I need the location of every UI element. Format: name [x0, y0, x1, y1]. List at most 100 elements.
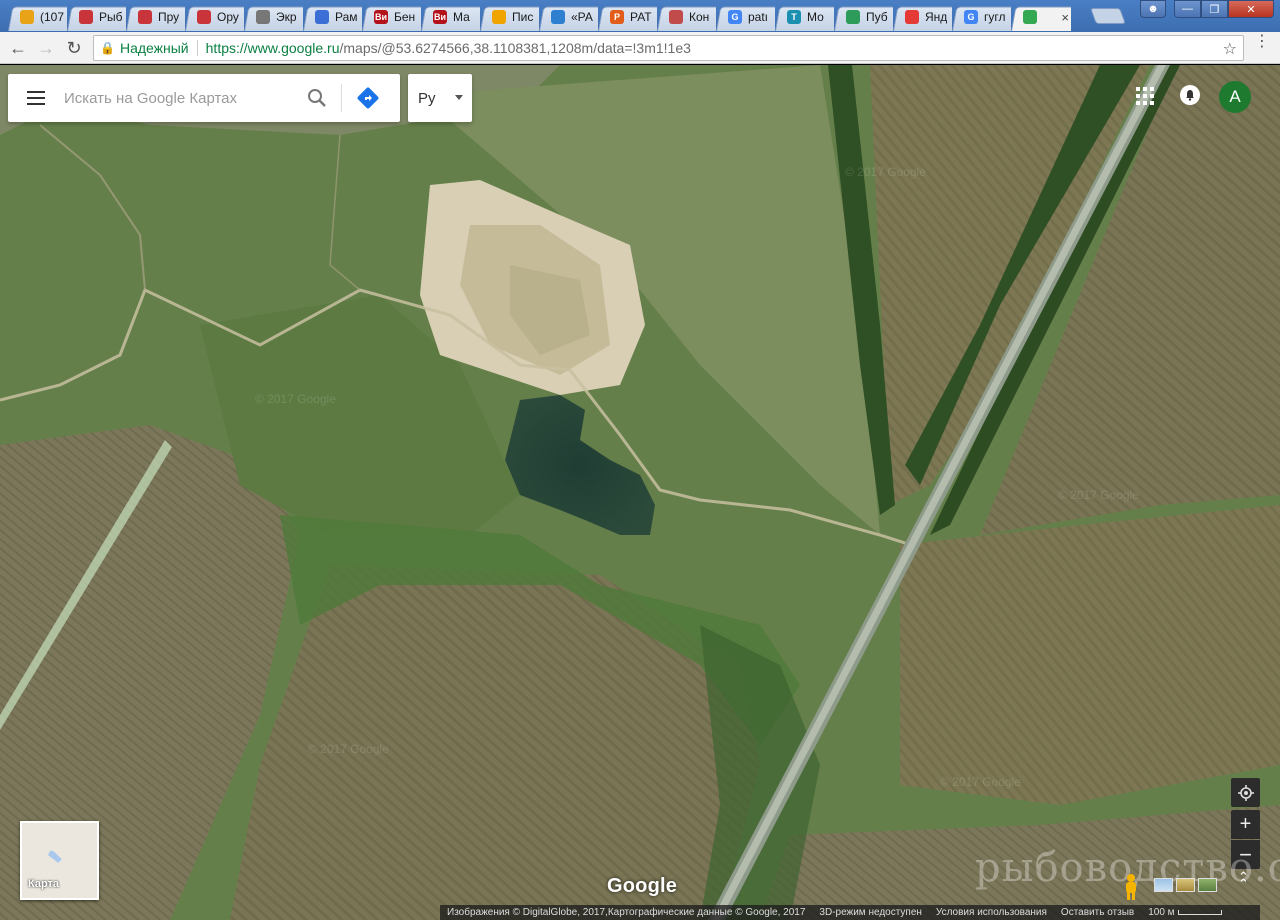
- app-icon: [197, 10, 211, 24]
- directions-icon[interactable]: [348, 78, 388, 118]
- search-icon[interactable]: [299, 78, 335, 118]
- imagery-watermark: © 2017 Google: [940, 775, 1021, 789]
- search-input[interactable]: [64, 83, 299, 113]
- tab-label: Бен: [394, 10, 416, 24]
- close-tab-icon[interactable]: ×: [1061, 10, 1069, 25]
- browser-tab[interactable]: Ви Ма: [421, 3, 480, 31]
- map-type-label: Карта: [28, 878, 60, 890]
- tab-label: Мо: [807, 10, 824, 24]
- browser-tab[interactable]: ×: [1011, 3, 1071, 31]
- window-controls: ☻ — ❐ ✕: [1140, 0, 1274, 18]
- back-button[interactable]: ←: [7, 37, 29, 59]
- scale-bar: [1177, 909, 1222, 915]
- layer-thumb-terrain[interactable]: [1176, 878, 1195, 892]
- minimize-button[interactable]: —: [1174, 0, 1201, 18]
- tab-label: Ма: [453, 10, 470, 24]
- app-icon: [138, 10, 152, 24]
- browser-tab[interactable]: Пуб: [834, 3, 893, 31]
- tool-icon: [256, 10, 270, 24]
- url-host: https://www.google.ru: [205, 40, 340, 56]
- maximize-button[interactable]: ❐: [1201, 0, 1228, 18]
- browser-tab[interactable]: T Мо: [775, 3, 834, 31]
- star-icon: [669, 10, 683, 24]
- language-label: Ру: [418, 89, 436, 107]
- scale-label[interactable]: 100 м: [1148, 907, 1222, 918]
- profile-icon[interactable]: ☻: [1140, 0, 1166, 18]
- 3d-unavailable-label: 3D-режим недоступен: [819, 907, 922, 918]
- tab-label: Рам: [335, 10, 358, 24]
- url-path: /maps/@53.6274566,38.1108381,1208m/data=…: [339, 40, 691, 56]
- imagery-watermark: © 2017 Google: [1058, 488, 1139, 502]
- browser-tab[interactable]: Кон: [657, 3, 716, 31]
- close-window-button[interactable]: ✕: [1228, 0, 1274, 18]
- forward-button[interactable]: →: [35, 37, 57, 59]
- tab-label: «РА: [571, 10, 593, 24]
- zoom-in-button[interactable]: +: [1231, 810, 1260, 839]
- secure-label: Надежный: [119, 40, 189, 56]
- imagery-layers: [1154, 878, 1217, 892]
- menu-hamburger-icon[interactable]: [8, 74, 64, 122]
- browser-menu-icon[interactable]: ⋮: [1254, 34, 1270, 50]
- tab-label: гугл: [984, 10, 1006, 24]
- layer-thumb-sky[interactable]: [1154, 878, 1173, 892]
- mail-icon: [492, 10, 506, 24]
- reload-button[interactable]: ↻: [63, 37, 85, 59]
- browser-toolbar: ← → ↻ 🔒 Надежный https://www.google.ru/m…: [0, 32, 1280, 64]
- tabs-container: (107 Рыб Пру Ору Экр Рам Ви Бен Ви Ма Пис «РА P РАТ Ко…: [8, 3, 1071, 32]
- account-avatar[interactable]: A: [1219, 81, 1251, 113]
- t-icon: T: [787, 10, 801, 24]
- tab-label: (107: [40, 10, 65, 24]
- app-icon: [79, 10, 93, 24]
- browser-tab[interactable]: Ви Бен: [362, 3, 421, 31]
- pegman-icon[interactable]: [1120, 873, 1142, 901]
- scale-value: 100 м: [1148, 907, 1175, 918]
- browser-tab[interactable]: Пру: [126, 3, 185, 31]
- expand-chevron-icon[interactable]: ⌃ ⌃: [1238, 870, 1249, 890]
- browser-tab[interactable]: Ору: [185, 3, 244, 31]
- maps-icon: [1023, 10, 1037, 24]
- lock-icon: 🔒: [100, 41, 115, 55]
- imagery-attribution: Изображения © DigitalGlobe, 2017,Картогр…: [447, 907, 806, 918]
- browser-tab[interactable]: P РАТ: [598, 3, 657, 31]
- browser-tab[interactable]: Рам: [303, 3, 362, 31]
- tab-label: patı: [748, 10, 769, 24]
- apps-grid-icon[interactable]: [1136, 87, 1154, 105]
- p-icon: P: [610, 10, 624, 24]
- tab-label: Пис: [512, 10, 534, 24]
- imagery-watermark: © 2017 Google: [308, 742, 389, 756]
- vi-icon: Ви: [374, 10, 388, 24]
- bookmark-star-icon[interactable]: ☆: [1223, 39, 1237, 59]
- browser-tab[interactable]: (107: [8, 3, 67, 31]
- search-divider: [341, 84, 342, 112]
- tab-label: РАТ: [630, 10, 652, 24]
- browser-tab[interactable]: Экр: [244, 3, 303, 31]
- google-icon: G: [728, 10, 742, 24]
- browser-tab[interactable]: Gpatı: [716, 3, 775, 31]
- address-bar[interactable]: 🔒 Надежный https://www.google.ru/maps/@5…: [93, 35, 1244, 61]
- feedback-link[interactable]: Оставить отзыв: [1061, 907, 1134, 918]
- browser-tab[interactable]: Gгугл: [952, 3, 1011, 31]
- language-selector[interactable]: Ру: [408, 74, 472, 122]
- browser-tab[interactable]: «РА: [539, 3, 598, 31]
- cart-icon: [551, 10, 565, 24]
- search-box: [8, 74, 400, 122]
- layer-thumb-satellite[interactable]: [1198, 878, 1217, 892]
- address-divider: [196, 40, 198, 56]
- tab-label: Ору: [217, 10, 239, 24]
- browser-tab[interactable]: Рыб: [67, 3, 126, 31]
- notifications-bell-icon[interactable]: [1180, 85, 1200, 105]
- terms-link[interactable]: Условия использования: [936, 907, 1047, 918]
- tab-label: Рыб: [99, 10, 123, 24]
- mail-icon: [315, 10, 329, 24]
- google-logo: Google: [607, 875, 678, 897]
- my-location-icon[interactable]: [1231, 778, 1260, 807]
- tab-label: Пуб: [866, 10, 888, 24]
- map-pin-icon: [905, 10, 919, 24]
- tab-strip: (107 Рыб Пру Ору Экр Рам Ви Бен Ви Ма Пис «РА P РАТ Ко…: [0, 0, 1280, 32]
- tab-label: Кон: [689, 10, 710, 24]
- browser-tab[interactable]: Пис: [480, 3, 539, 31]
- map-type-toggle[interactable]: Карта: [20, 821, 99, 900]
- new-tab-button[interactable]: [1090, 8, 1126, 24]
- map-canvas[interactable]: © 2017 Google © 2017 Google © 2017 Googl…: [0, 65, 1280, 920]
- browser-tab[interactable]: Янд: [893, 3, 952, 31]
